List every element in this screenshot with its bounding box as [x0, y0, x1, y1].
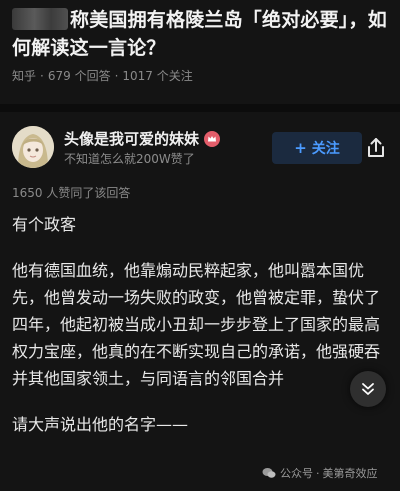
avatar-image [12, 126, 54, 168]
question-title-text[interactable]: 称美国拥有格陵兰岛「绝对必要」，如何解读这一言论？ [12, 9, 387, 59]
watermark-account: 美第奇效应 [322, 467, 378, 480]
follow-plus: + [294, 139, 307, 157]
watermark-separator: · [316, 466, 320, 480]
likes-count: 1650 人赞同了该回答 [12, 186, 131, 200]
question-source[interactable]: 知乎 [12, 69, 36, 83]
watermark-platform: 公众号 [280, 467, 313, 480]
followers-count[interactable]: 1017 个关注 [122, 69, 192, 83]
author-subtitle: 不知道怎么就200W赞了 [64, 152, 195, 166]
expand-button[interactable] [350, 371, 386, 407]
question-header: 称美国拥有格陵兰岛「绝对必要」，如何解读这一言论？ 知乎 · 679 个回答 · 101… [12, 6, 388, 84]
chevron-down-icon [362, 383, 374, 395]
follow-label: 关注 [311, 141, 340, 157]
meta-separator: · [40, 69, 44, 83]
answer-paragraph: 他有德国血统，他靠煽动民粹起家，他叫嚣本国优先，他曾发动一场失败的政变，他曾被定… [12, 261, 381, 388]
answer-paragraph: 请大声说出他的名字—— [12, 415, 189, 434]
author-row: 头像是我可爱的妹妹 不知道怎么就200W赞了 + 关注 [12, 124, 388, 172]
watermark: 公众号 · 美第奇效应 [262, 465, 378, 481]
section-divider [0, 104, 400, 112]
redacted-text [12, 8, 68, 30]
answer-paragraph: 有个政客 [12, 215, 77, 234]
crown-badge-icon [204, 131, 221, 147]
question-title[interactable]: 称美国拥有格陵兰岛「绝对必要」，如何解读这一言论？ [12, 6, 388, 62]
answers-count[interactable]: 679 个回答 [48, 69, 111, 83]
question-meta: 知乎 · 679 个回答 · 1017 个关注 [12, 68, 388, 84]
follow-button[interactable]: + 关注 [272, 132, 362, 164]
share-icon[interactable] [364, 136, 388, 160]
meta-separator: · [114, 69, 119, 83]
author-name-text[interactable]: 头像是我可爱的妹妹 [64, 130, 199, 148]
avatar[interactable] [12, 126, 54, 168]
author-name[interactable]: 头像是我可爱的妹妹 [64, 128, 221, 149]
wechat-icon [262, 468, 276, 478]
answer-body: 有个政客 他有德国血统，他靠煽动民粹起家，他叫嚣本国优先，他曾发动一场失败的政变… [12, 211, 388, 457]
